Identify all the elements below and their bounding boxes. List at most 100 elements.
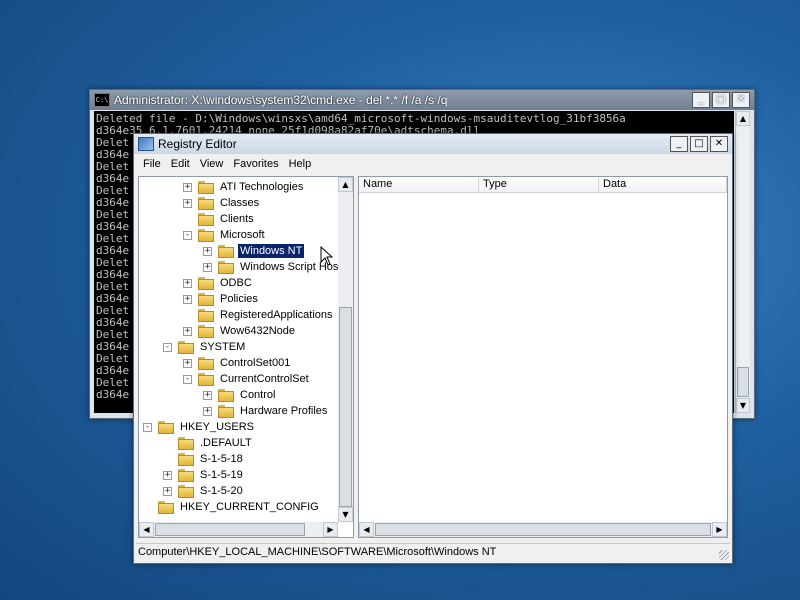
- tree-node[interactable]: .DEFAULT: [163, 435, 254, 451]
- expand-icon[interactable]: +: [163, 486, 172, 496]
- tree-node-label[interactable]: ControlSet001: [218, 356, 292, 370]
- tree-node[interactable]: - Microsoft: [183, 227, 267, 243]
- cmd-close-button[interactable]: ✕: [732, 92, 750, 108]
- tree-node[interactable]: RegisteredApplications: [183, 307, 335, 323]
- tree-node[interactable]: + Policies: [183, 291, 260, 307]
- tree-node-label[interactable]: Hardware Profiles: [238, 404, 329, 418]
- folder-icon: [198, 372, 214, 386]
- tree-node-label[interactable]: Classes: [218, 196, 261, 210]
- expand-icon[interactable]: +: [183, 278, 192, 288]
- tree-node-label[interactable]: Policies: [218, 292, 260, 306]
- tree-node-label-selected[interactable]: Windows NT: [236, 243, 306, 259]
- folder-icon: [198, 276, 214, 290]
- menu-help[interactable]: Help: [284, 158, 317, 170]
- expand-icon[interactable]: +: [203, 246, 212, 256]
- scroll-left-arrow-icon[interactable]: ◀: [359, 522, 374, 537]
- collapse-icon[interactable]: -: [163, 342, 172, 352]
- cmd-scroll-thumb[interactable]: [737, 367, 749, 397]
- tree-node-label[interactable]: Clients: [218, 212, 256, 226]
- tree-node[interactable]: + Control: [203, 387, 277, 403]
- tree-node-label[interactable]: S-1-5-20: [198, 484, 245, 498]
- tree-node-label[interactable]: S-1-5-18: [198, 452, 245, 466]
- expand-icon[interactable]: +: [163, 470, 172, 480]
- values-list-pane[interactable]: Name Type Data ◀ ▶: [358, 176, 728, 538]
- tree-vertical-scrollbar[interactable]: ▲ ▼: [338, 177, 353, 522]
- cmd-scrollbar[interactable]: ▲ ▼: [735, 111, 750, 413]
- folder-icon: [198, 180, 214, 194]
- expand-icon[interactable]: +: [183, 326, 192, 336]
- tree-node-label[interactable]: HKEY_CURRENT_CONFIG: [178, 500, 321, 514]
- resize-grip-icon[interactable]: [719, 550, 729, 560]
- menu-edit[interactable]: Edit: [166, 158, 195, 170]
- column-header-data[interactable]: Data: [599, 177, 727, 193]
- expand-icon[interactable]: +: [203, 406, 212, 416]
- expand-icon[interactable]: +: [203, 390, 212, 400]
- tree-scroll-thumb[interactable]: [339, 307, 352, 507]
- folder-icon: [178, 468, 194, 482]
- expand-icon[interactable]: +: [183, 358, 192, 368]
- tree-node[interactable]: + S-1-5-20: [163, 483, 245, 499]
- tree-node[interactable]: S-1-5-18: [163, 451, 245, 467]
- tree-node-label[interactable]: Wow6432Node: [218, 324, 297, 338]
- menu-favorites[interactable]: Favorites: [228, 158, 283, 170]
- tree-node[interactable]: + Hardware Profiles: [203, 403, 329, 419]
- tree-node-label[interactable]: HKEY_USERS: [178, 420, 256, 434]
- tree-node[interactable]: Clients: [183, 211, 256, 227]
- regedit-minimize-button[interactable]: _: [670, 136, 688, 152]
- regedit-maximize-button[interactable]: □: [690, 136, 708, 152]
- collapse-icon[interactable]: -: [143, 422, 152, 432]
- expand-icon[interactable]: +: [183, 198, 192, 208]
- tree-node-label[interactable]: Control: [238, 388, 277, 402]
- tree-node[interactable]: + ControlSet001: [183, 355, 292, 371]
- list-horizontal-scrollbar[interactable]: ◀ ▶: [359, 522, 727, 537]
- tree-node[interactable]: HKEY_CURRENT_CONFIG: [143, 499, 321, 515]
- tree-node-label[interactable]: .DEFAULT: [198, 436, 254, 450]
- tree-horizontal-scrollbar[interactable]: ◀ ▶: [139, 522, 338, 537]
- tree-node-label[interactable]: Microsoft: [218, 228, 267, 242]
- menu-view[interactable]: View: [195, 158, 229, 170]
- collapse-icon[interactable]: -: [183, 374, 192, 384]
- scroll-right-arrow-icon[interactable]: ▶: [712, 522, 727, 537]
- tree-node[interactable]: + S-1-5-19: [163, 467, 245, 483]
- tree-hscroll-thumb[interactable]: [155, 523, 305, 536]
- folder-icon: [198, 228, 214, 242]
- scroll-down-arrow-icon[interactable]: ▼: [338, 507, 353, 522]
- column-header-name[interactable]: Name: [359, 177, 479, 193]
- cmd-maximize-button[interactable]: □: [712, 92, 730, 108]
- regedit-title: Registry Editor: [158, 137, 237, 151]
- regedit-titlebar[interactable]: Registry Editor _ □ ✕: [134, 134, 732, 154]
- tree-node[interactable]: - SYSTEM: [163, 339, 247, 355]
- tree-node[interactable]: - CurrentControlSet: [183, 371, 311, 387]
- cmd-minimize-button[interactable]: _: [692, 92, 710, 108]
- tree-node-label[interactable]: RegisteredApplications: [218, 308, 335, 322]
- regedit-close-button[interactable]: ✕: [710, 136, 728, 152]
- tree-node-label[interactable]: CurrentControlSet: [218, 372, 311, 386]
- tree-node[interactable]: + ODBC: [183, 275, 254, 291]
- registry-editor-window[interactable]: Registry Editor _ □ ✕ File Edit View Fav…: [133, 133, 733, 564]
- scroll-right-arrow-icon[interactable]: ▶: [323, 522, 338, 537]
- list-hscroll-thumb[interactable]: [375, 523, 711, 536]
- expand-icon[interactable]: +: [183, 182, 192, 192]
- tree-node[interactable]: + ATI Technologies: [183, 179, 305, 195]
- scroll-up-arrow-icon[interactable]: ▲: [338, 177, 353, 192]
- scroll-down-arrow-icon[interactable]: ▼: [736, 398, 750, 413]
- expand-icon[interactable]: +: [183, 294, 192, 304]
- tree-node[interactable]: - HKEY_USERS: [143, 419, 256, 435]
- expand-icon[interactable]: +: [203, 262, 212, 272]
- menu-bar: File Edit View Favorites Help: [134, 155, 732, 173]
- menu-file[interactable]: File: [138, 158, 166, 170]
- tree-node-label[interactable]: SYSTEM: [198, 340, 247, 354]
- tree-node[interactable]: + Wow6432Node: [183, 323, 297, 339]
- tree-node-label[interactable]: S-1-5-19: [198, 468, 245, 482]
- tree-node-label[interactable]: ATI Technologies: [218, 180, 305, 194]
- column-header-type[interactable]: Type: [479, 177, 599, 193]
- cmd-titlebar[interactable]: C:\ Administrator: X:\windows\system32\c…: [90, 90, 754, 110]
- scroll-up-arrow-icon[interactable]: ▲: [736, 111, 750, 126]
- folder-icon: [198, 308, 214, 322]
- collapse-icon[interactable]: -: [183, 230, 192, 240]
- tree-node[interactable]: + Classes: [183, 195, 261, 211]
- tree-node-label[interactable]: ODBC: [218, 276, 254, 290]
- scroll-left-arrow-icon[interactable]: ◀: [139, 522, 154, 537]
- registry-tree-pane[interactable]: + ATI Technologies + Classes Clients - Microso…: [138, 176, 354, 538]
- tree-node[interactable]: + Windows NT: [203, 243, 306, 259]
